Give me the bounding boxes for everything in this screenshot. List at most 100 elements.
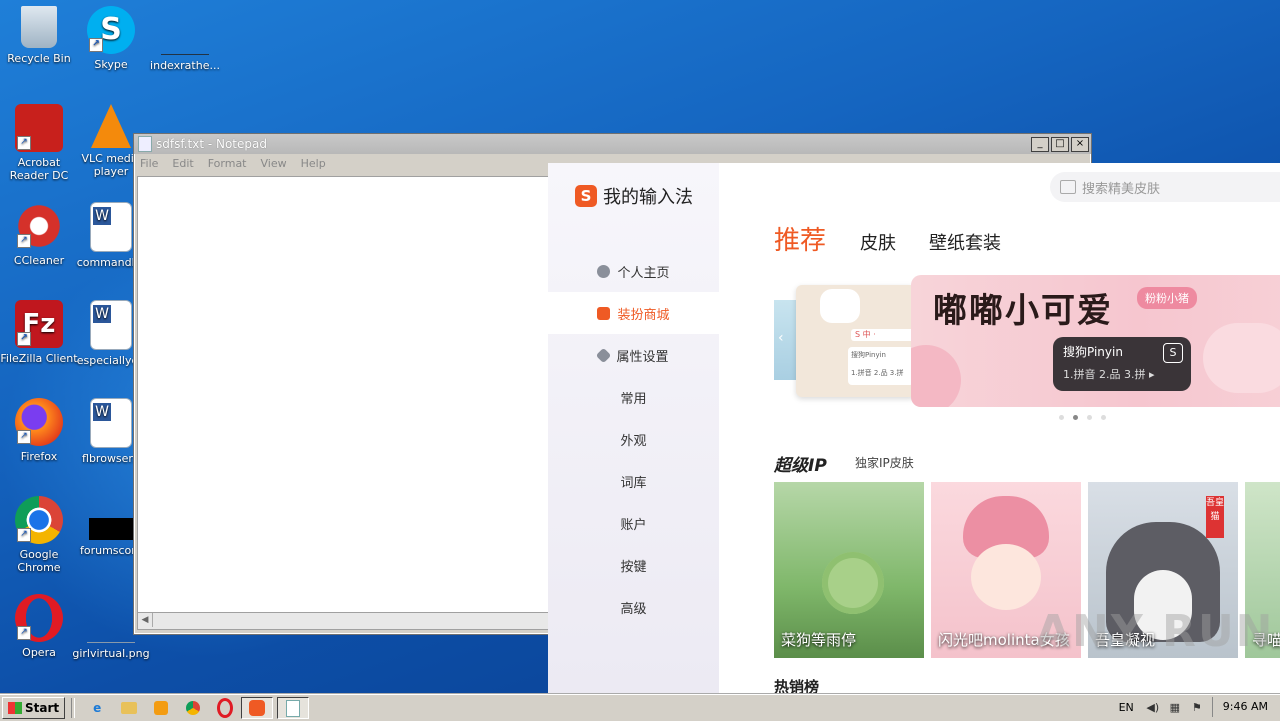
desktop-icon-label: CCleaner [13,254,65,267]
shortcut-arrow-icon: ↗ [17,136,31,150]
skin-card[interactable]: 菜狗等雨停 [774,482,924,658]
desktop-icon-label: FileZilla Client [0,352,78,365]
carousel-dot[interactable] [1101,415,1106,420]
nav-account[interactable]: 账户 [548,502,719,544]
notepad-taskbar-button[interactable] [277,697,310,719]
nav-label: 按键 [620,559,647,575]
menu-format[interactable]: Format [208,157,247,170]
close-button[interactable]: × [1071,136,1089,152]
desktop-icon-chrome[interactable]: ↗ Google Chrome [0,496,78,574]
girl-face-illustration [971,544,1041,610]
skin-search-input[interactable]: 搜索精美皮肤 [1050,172,1280,202]
folder-icon[interactable] [119,698,139,718]
chrome-icon: ↗ [15,496,63,544]
windows-flag-icon [8,702,22,714]
tab-skins[interactable]: 皮肤 [860,229,896,255]
nav-label: 外观 [620,433,647,449]
nav-label: 装扮商城 [617,307,670,323]
acrobat-icon: ↗ [15,104,63,152]
word-document-icon: W [90,300,132,350]
banner-main-slide[interactable]: 嘟嘟小可爱 粉粉小猪 搜狗Pinyin 1.拼音 2.品 3.拼 ▸ S [911,275,1280,407]
anyrun-watermark: ANY RUN [1036,606,1275,657]
start-button[interactable]: Start [2,697,66,719]
network-icon[interactable]: ▦ [1168,700,1182,714]
ie-icon[interactable]: e [87,698,107,718]
mini-ime-bar: S 中 · [851,329,915,341]
volume-icon[interactable]: ◀) [1146,700,1160,714]
minimize-button[interactable]: _ [1031,136,1049,152]
menu-edit[interactable]: Edit [172,157,193,170]
desktop-icon-filezilla[interactable]: Fz ↗ FileZilla Client [0,300,78,365]
menu-help[interactable]: Help [301,157,326,170]
nav-personal-home[interactable]: 个人主页 [548,250,719,292]
ime-preview-candidates: 1.拼音 2.品 3.拼 ▸ [1063,368,1155,381]
action-center-flag-icon[interactable]: ⚑ [1190,700,1204,714]
clock[interactable]: 9:46 AM [1211,697,1280,717]
nav-common[interactable]: 常用 [548,376,719,418]
tab-recommended[interactable]: 推荐 [774,220,826,257]
mini-card-line: 1.拼音 2.品 3.拼 [851,369,904,377]
taskbar: Start e EN ◀) ▦ ⚑ 9:46 AM [0,694,1280,721]
desktop-icon-label: Google Chrome [17,548,61,574]
language-indicator[interactable]: EN [1119,701,1134,714]
carousel-dot[interactable] [1073,415,1078,420]
shortcut-arrow-icon: ↗ [17,332,31,346]
nav-appearance[interactable]: 外观 [548,418,719,460]
desktop-icon-label: indexrathe... [150,59,220,72]
start-label: Start [25,701,60,715]
taskbar-separator [71,698,76,718]
desktop-icon-label: girlvirtual.png [72,647,150,660]
carousel-dot[interactable] [1059,415,1064,420]
banner-previous-slide[interactable]: ‹ [774,300,796,380]
recycle-bin-icon [21,6,57,48]
notepad-text-area[interactable] [137,176,551,614]
scroll-left-icon[interactable]: ◀ [138,613,153,627]
ccleaner-icon: ↗ [15,202,63,250]
notepad-icon [138,136,152,152]
sogou-logo-text: 我的输入法 [603,187,693,208]
banner-badge: 粉粉小猪 [1137,287,1197,309]
notepad-taskbar-icon [286,699,301,717]
section-title: 超级IP [774,456,827,476]
nav-skin-store[interactable]: 装扮商城 [548,292,719,334]
sogou-taskbar-button[interactable] [241,697,274,719]
desktop-icon-indexrathe[interactable]: indexrathe... [146,6,224,72]
search-placeholder: 搜索精美皮肤 [1082,181,1161,197]
shirt-search-icon [1060,180,1076,194]
desktop-icon-label: Firefox [20,450,58,463]
media-player-icon[interactable] [151,698,171,718]
desktop-icon-label: Opera [22,646,56,659]
banner-side-slide[interactable]: S 中 · 搜狗Pinyin 1.拼音 2.品 3.拼 [796,285,916,397]
nav-dictionary[interactable]: 词库 [548,460,719,502]
chrome-taskbar-icon[interactable] [183,698,203,718]
nav-label: 常用 [620,391,647,407]
desktop-icon-opera[interactable]: ↗ Opera [0,594,78,659]
file-icon [161,6,209,55]
tab-wallpaper-sets[interactable]: 壁纸套装 [929,229,1001,255]
nav-keys[interactable]: 按键 [548,544,719,586]
menu-file[interactable]: File [140,157,158,170]
desktop-icon-skype[interactable]: S ↗ Skype [72,6,150,71]
maximize-button[interactable]: □ [1051,136,1069,152]
nav-advanced[interactable]: 高级 [548,586,719,628]
mini-ime-card: 搜狗Pinyin 1.拼音 2.品 3.拼 [848,347,914,385]
skin-card-caption: 菜狗等雨停 [781,631,857,649]
carousel-dot[interactable] [1087,415,1092,420]
nav-settings[interactable]: 属性设置 [548,334,719,376]
notepad-titlebar[interactable]: sdfsf.txt - Notepad _ □ × [134,134,1091,154]
menu-view[interactable]: View [261,157,287,170]
nav-label: 词库 [620,475,647,491]
opera-icon: ↗ [15,594,63,642]
horizontal-scrollbar[interactable]: ◀ [137,612,551,630]
desktop-icon-firefox[interactable]: ↗ Firefox [0,398,78,463]
shortcut-arrow-icon: ↗ [89,38,103,52]
nav-label: 属性设置 [616,349,669,365]
desktop-icon-label: Recycle Bin [7,52,71,65]
desktop-icon-ccleaner[interactable]: ↗ CCleaner [0,202,78,267]
hot-list-title: 热销榜 [774,678,820,694]
sogou-sidebar: S 我的输入法 个人主页 装扮商城 属性设置 常用 外观 词库 账户 按键 高级 [548,163,719,694]
shirt-icon [597,306,611,320]
desktop-icon-recycle-bin[interactable]: Recycle Bin [0,6,78,65]
desktop-icon-acrobat[interactable]: ↗ Acrobat Reader DC [0,104,78,182]
opera-taskbar-icon[interactable] [215,698,235,718]
